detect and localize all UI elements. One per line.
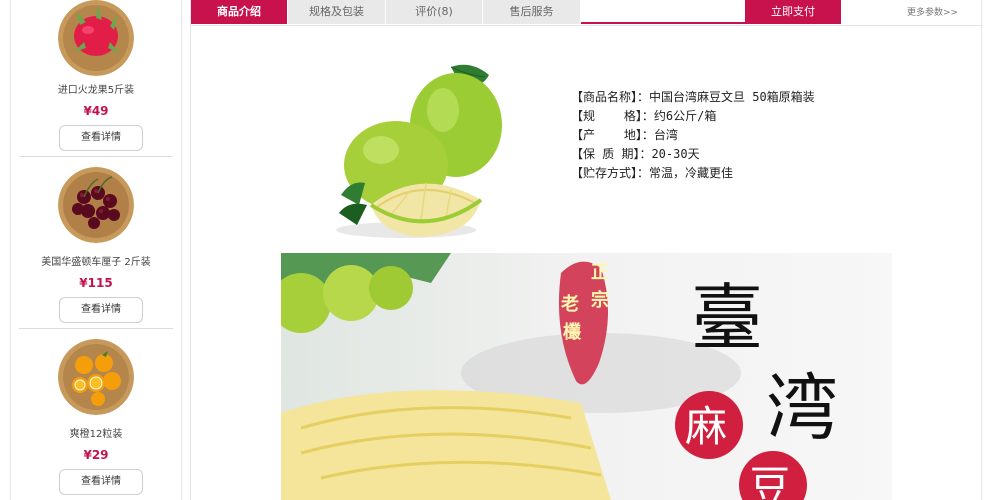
banner-circle-char: 麻 xyxy=(685,402,727,451)
buy-now-button[interactable]: 立即支付 xyxy=(745,0,841,24)
tab-after-sales[interactable]: 售后服务 xyxy=(483,0,581,24)
oranges-image[interactable] xyxy=(58,339,134,415)
product-sidebar: 进口火龙果5斤装 ¥49 查看详情 美国华盛顿车厘子 2斤装 ¥115 查看详情 xyxy=(10,0,182,500)
seal-char: 欉 xyxy=(563,322,582,343)
list-item: 爽橙12粒装 ¥29 查看详情 xyxy=(11,0,181,500)
view-details-button[interactable]: 查看详情 xyxy=(59,469,143,495)
spec-size: 【规 格】：约6公斤/箱 xyxy=(571,109,717,123)
tab-reviews[interactable]: 评价(8) xyxy=(386,0,483,24)
detail-tabbar: 商品介绍 规格及包装 评价(8) 售后服务 立即支付 更多参数>> xyxy=(191,0,983,26)
banner-circle-char: 豆 xyxy=(749,462,791,500)
product-price: ¥29 xyxy=(83,448,109,462)
spec-storage: 【贮存方式】：常温，冷藏更佳 xyxy=(571,166,734,180)
spec-product-name: 【商品名称】：中国台湾麻豆文旦 50箱原箱装 xyxy=(571,90,815,104)
tab-specs-packaging[interactable]: 规格及包装 xyxy=(288,0,386,24)
spec-origin: 【产 地】：台湾 xyxy=(571,128,678,142)
more-params-link[interactable]: 更多参数>> xyxy=(907,5,958,18)
seal-char: 老 xyxy=(561,293,579,315)
product-detail-panel: 商品介绍 规格及包装 评价(8) 售后服务 立即支付 更多参数>> 【商品名称】… xyxy=(190,0,983,500)
product-name[interactable]: 爽橙12粒装 xyxy=(11,425,181,440)
banner-title-char: 湾 xyxy=(766,366,838,450)
spec-list: 【商品名称】：中国台湾麻豆文旦 50箱原箱装 【规 格】：约6公斤/箱 【产 地… xyxy=(571,88,815,183)
banner-title-char: 臺 xyxy=(691,276,763,360)
pomelo-product-image xyxy=(331,55,511,245)
promo-banner-image: 正 宗 老 欉 臺 湾 麻 豆 xyxy=(281,253,892,500)
seal-char: 正 xyxy=(591,262,609,283)
tab-product-intro[interactable]: 商品介绍 xyxy=(191,0,288,24)
seal-char: 宗 xyxy=(591,289,609,311)
spec-shelf-life: 【保 质 期】：20-30天 xyxy=(571,147,700,161)
tab-underline xyxy=(581,22,745,24)
